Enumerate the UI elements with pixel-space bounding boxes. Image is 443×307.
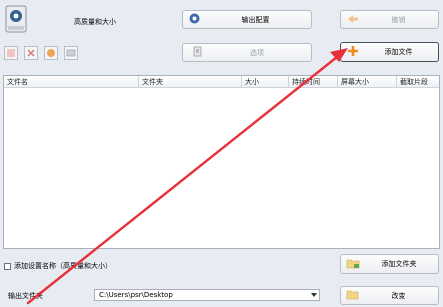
output-config-button[interactable]: 输出配置 [182, 10, 312, 29]
chevron-down-icon[interactable] [309, 293, 319, 297]
output-quality-label: 高质量和大小 [74, 18, 116, 26]
change-label: 改变 [391, 291, 406, 300]
output-config-icon [189, 13, 200, 26]
add-setting-name-checkbox[interactable] [4, 262, 11, 270]
output-folder-label: 输出文件夹 [8, 292, 43, 300]
add-folder-label: 添加文件夹 [381, 260, 417, 268]
column-header-filename[interactable]: 文件名 [4, 76, 139, 88]
add-file-label: 添加文件 [384, 48, 413, 56]
column-header-size[interactable]: 大小 [242, 76, 289, 88]
change-button[interactable]: 改变 [340, 286, 439, 305]
output-path-select[interactable]: C:\Users\psr\Desktop [94, 289, 320, 301]
add-folder-button[interactable]: 添加文件夹 [340, 254, 439, 274]
add-setting-name-label: 添加设置名称（高质量和大小） [14, 262, 112, 270]
add-setting-name-option[interactable]: 添加设置名称（高质量和大小） [4, 261, 112, 271]
output-config-label: 输出配置 [241, 15, 270, 24]
column-header-duration[interactable]: 持续时间 [289, 76, 338, 88]
undo-label: 撤销 [391, 15, 406, 24]
undo-icon [347, 14, 359, 26]
folder-icon [346, 290, 359, 302]
small-toolbar [4, 46, 80, 60]
output-path-value: C:\Users\psr\Desktop [99, 291, 173, 299]
add-plus-icon [347, 45, 359, 59]
column-header-clip[interactable]: 截取片段 [397, 76, 439, 88]
app-logo-icon [4, 4, 30, 38]
options-icon [193, 46, 203, 59]
play-icon[interactable] [44, 46, 58, 60]
add-folder-icon [346, 258, 360, 271]
column-header-screen-size[interactable]: 屏幕大小 [338, 76, 397, 88]
undo-button[interactable]: 撤销 [340, 10, 439, 29]
clear-list-icon[interactable] [24, 46, 38, 60]
options-button[interactable]: 选项 [182, 43, 312, 62]
media-info-icon[interactable] [64, 46, 78, 60]
add-file-button[interactable]: 添加文件 [340, 42, 439, 62]
options-label: 选项 [250, 48, 264, 57]
file-table[interactable]: 文件名 文件夹 大小 持续时间 屏幕大小 截取片段 [3, 75, 440, 249]
remove-file-icon[interactable] [4, 46, 18, 60]
column-header-folder[interactable]: 文件夹 [139, 76, 242, 88]
table-header: 文件名 文件夹 大小 持续时间 屏幕大小 截取片段 [4, 76, 439, 88]
